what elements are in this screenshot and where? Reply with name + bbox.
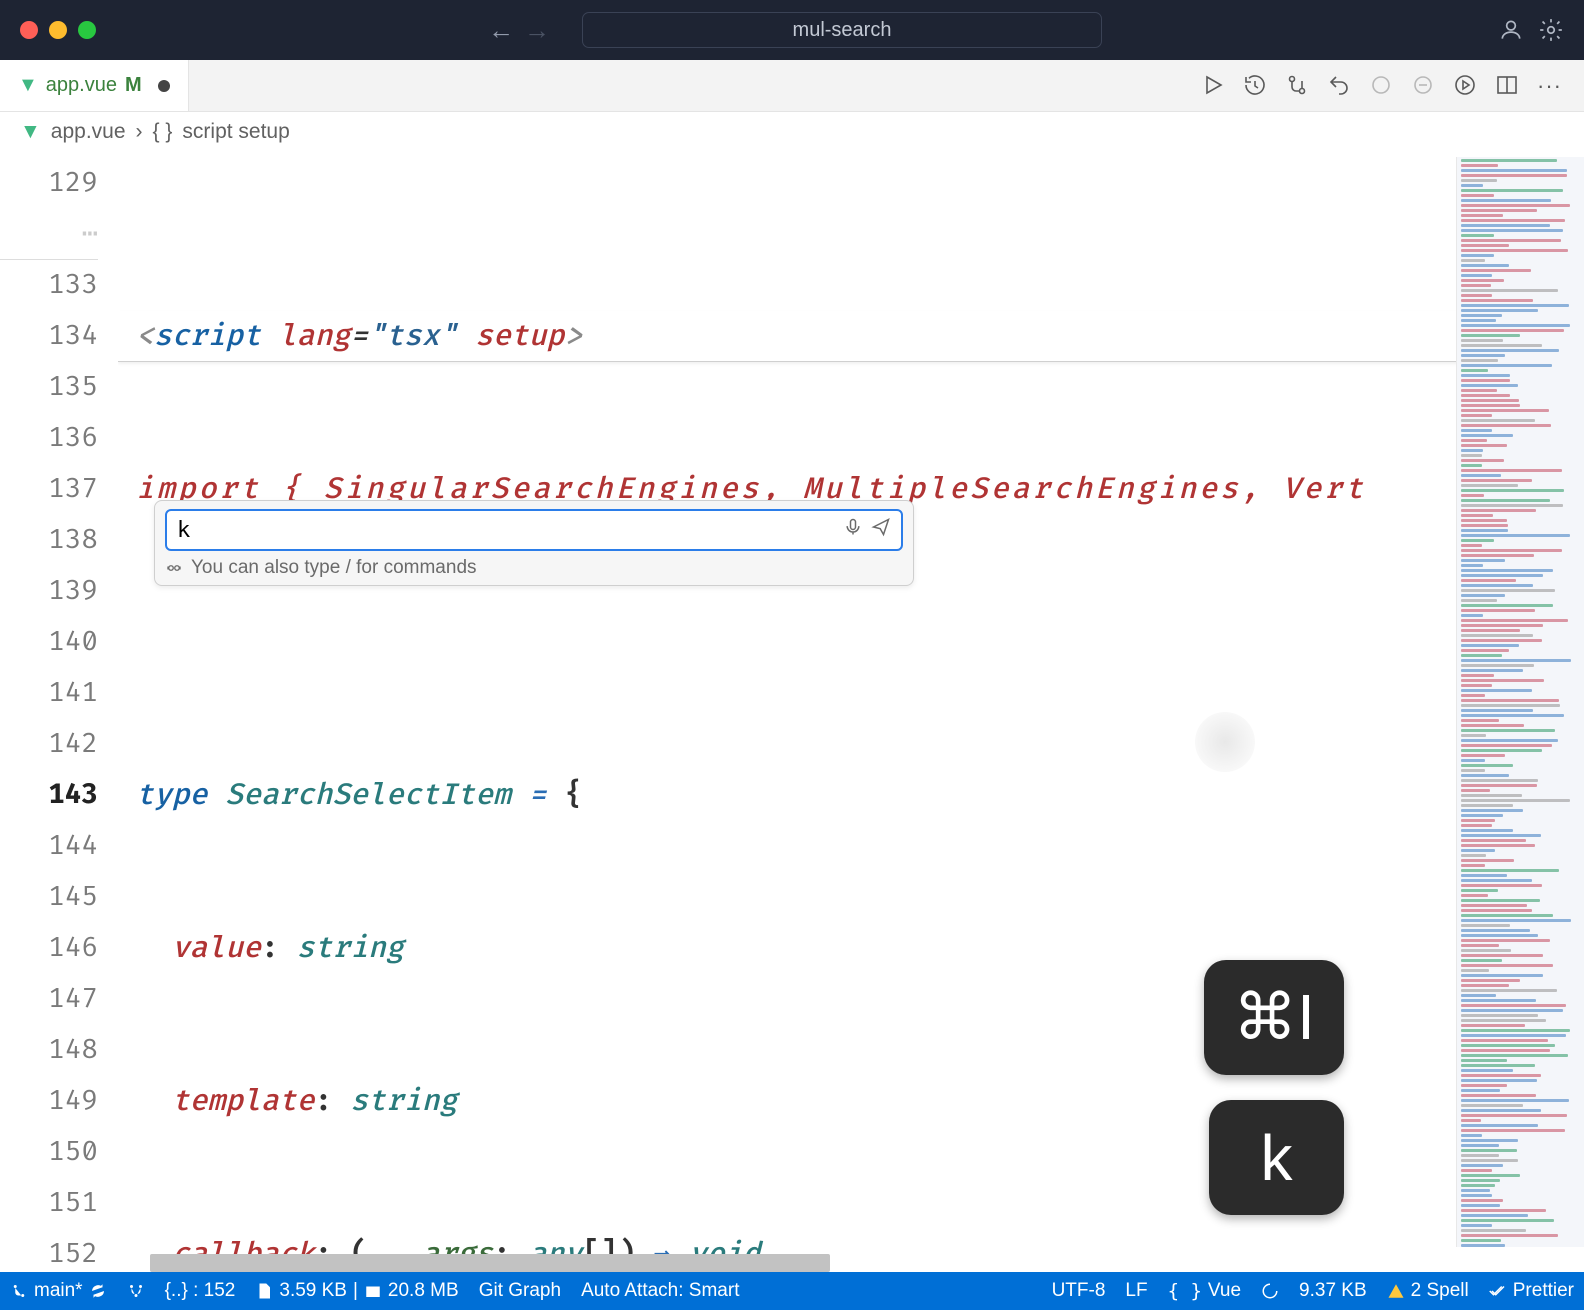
split-editor-icon[interactable] — [1495, 73, 1519, 97]
tab-filename: app.vue — [46, 74, 117, 97]
tab-modified-flag: M — [125, 74, 142, 97]
status-spell[interactable]: 2 Spell — [1387, 1280, 1469, 1302]
vue-icon: ▼ — [18, 74, 38, 97]
inline-chat-hint: You can also type / for commands — [165, 557, 903, 579]
code-line — [118, 617, 1584, 668]
inline-chat-textfield[interactable] — [177, 518, 835, 543]
account-icon[interactable] — [1498, 17, 1524, 43]
maximize-window[interactable] — [78, 21, 96, 39]
inline-chat-input[interactable] — [165, 509, 903, 551]
status-gitgraph[interactable]: Git Graph — [479, 1280, 561, 1302]
status-stash[interactable]: {..} : 152 — [165, 1280, 236, 1302]
status-autoattach[interactable]: Auto Attach: Smart — [581, 1280, 739, 1302]
minimap[interactable]: // minimal decorative minimap bars drawn… — [1456, 157, 1584, 1247]
breadcrumb-file: app.vue — [51, 120, 126, 144]
title-bar: ← → mul-search — [0, 0, 1584, 60]
gear-icon[interactable] — [1538, 17, 1564, 43]
vue-icon: ▼ — [20, 120, 41, 144]
editor[interactable]: 129 ⋯ 133 134 135136137 138139140 141142… — [0, 152, 1584, 1272]
tab-app-vue[interactable]: ▼ app.vue M — [0, 60, 189, 111]
breadcrumbs[interactable]: ▼ app.vue › { } script setup — [0, 112, 1584, 152]
inline-chat: You can also type / for commands — [154, 500, 914, 586]
key-overlay-k: k — [1209, 1100, 1344, 1215]
command-center[interactable]: mul-search — [582, 12, 1102, 48]
copilot-icon — [165, 559, 183, 577]
status-encoding[interactable]: UTF-8 — [1052, 1280, 1106, 1302]
key-overlay-cmd-i: ⌘I — [1204, 960, 1344, 1075]
horizontal-scrollbar[interactable] — [150, 1254, 830, 1272]
run-debug-icon[interactable] — [1453, 73, 1477, 97]
status-bar: main* {..} : 152 3.59 KB | 20.8 MB Git G… — [0, 1272, 1584, 1310]
code-line: type SearchSelectItem = { — [118, 770, 1584, 821]
braces-icon: { } — [153, 120, 173, 144]
status-spinner — [1261, 1282, 1279, 1300]
code-area[interactable]: › <script lang="tsx" setup> import { Sin… — [118, 152, 1584, 1272]
chevron-right-icon: › — [136, 120, 143, 144]
revert-icon[interactable] — [1327, 73, 1351, 97]
nav-arrows: ← → — [488, 15, 550, 46]
status-filesize[interactable]: 3.59 KB | 20.8 MB — [255, 1280, 458, 1302]
more-actions-icon[interactable]: ··· — [1537, 73, 1562, 99]
history-icon[interactable] — [1243, 73, 1267, 97]
settings-cog-icon[interactable] — [1369, 73, 1393, 97]
compare-icon[interactable] — [1285, 73, 1309, 97]
discard-icon[interactable] — [1411, 73, 1435, 97]
nav-forward-icon[interactable]: → — [524, 15, 550, 46]
mic-icon[interactable] — [843, 517, 863, 543]
window-controls — [20, 21, 96, 39]
code-line: <script lang="tsx" setup> — [118, 311, 1584, 362]
tab-dirty-indicator — [158, 80, 170, 92]
code-line: template: string — [118, 1076, 1584, 1127]
code-line: value: string — [118, 923, 1584, 974]
send-icon[interactable] — [871, 517, 891, 543]
status-prettier[interactable]: Prettier — [1489, 1280, 1574, 1302]
status-graph-icon[interactable] — [127, 1282, 145, 1300]
minimize-window[interactable] — [49, 21, 67, 39]
status-eol[interactable]: LF — [1125, 1280, 1147, 1302]
editor-actions: ··· — [1179, 73, 1584, 99]
nav-back-icon[interactable]: ← — [488, 15, 514, 46]
command-center-title: mul-search — [793, 19, 892, 42]
tab-bar: ▼ app.vue M ··· — [0, 60, 1584, 112]
close-window[interactable] — [20, 21, 38, 39]
status-language[interactable]: { }Vue — [1168, 1280, 1241, 1302]
run-icon[interactable] — [1201, 73, 1225, 97]
sync-icon[interactable] — [89, 1282, 107, 1300]
status-branch[interactable]: main* — [10, 1280, 107, 1302]
status-ssize[interactable]: 9.37 KB — [1299, 1280, 1367, 1302]
line-gutter: 129 ⋯ 133 134 135136137 138139140 141142… — [0, 152, 118, 1272]
cursor-glow — [1195, 712, 1255, 772]
breadcrumb-scope: script setup — [182, 120, 289, 144]
